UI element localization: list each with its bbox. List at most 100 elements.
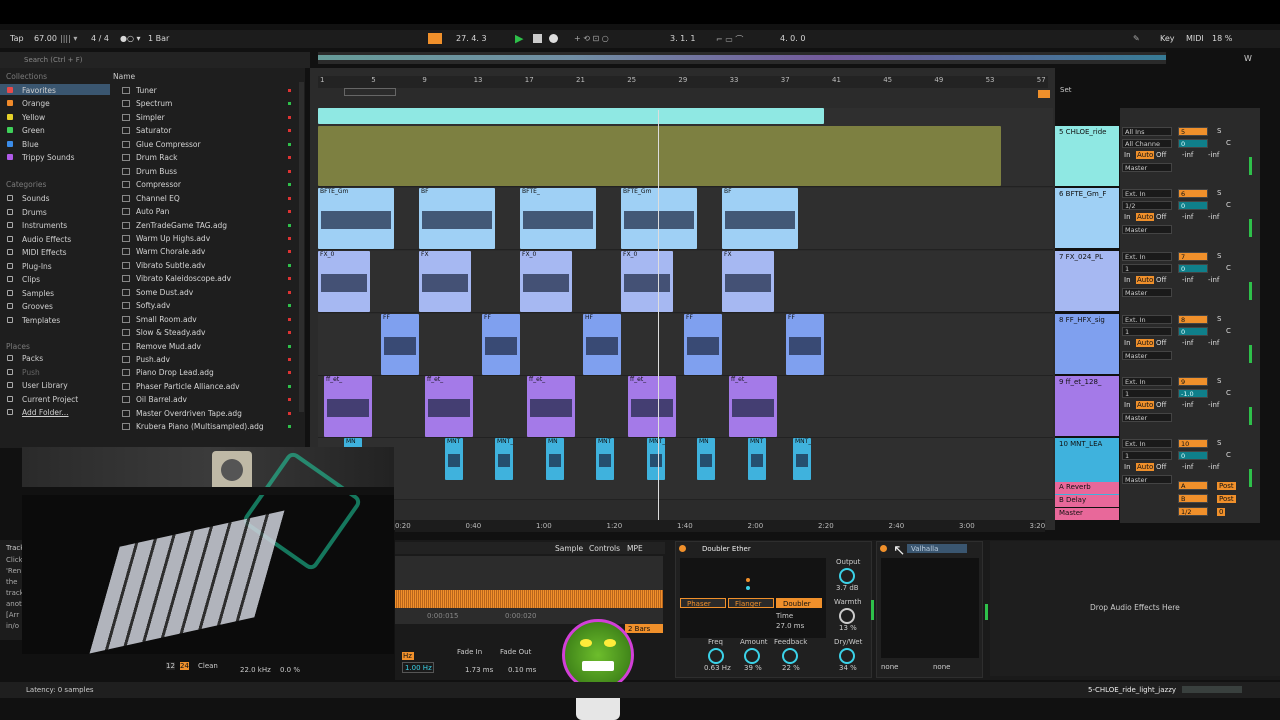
pan-field[interactable]: C	[1226, 139, 1231, 147]
filter-res-value[interactable]: 0.0 %	[280, 666, 300, 674]
track-number-button[interactable]: 8	[1178, 315, 1208, 324]
audio-clip[interactable]: MNT	[445, 438, 463, 480]
loop-icon[interactable]: ⌐ ▭ ⌒	[716, 34, 743, 45]
bar-ruler[interactable]: 1 5 9 13 17 21 25 29 33 37 41 45 49 53 57	[318, 76, 1048, 88]
return-header[interactable]: Master	[1055, 508, 1119, 520]
browser-item[interactable]: Small Room.adv	[136, 315, 197, 324]
filter-24-button[interactable]: 24	[180, 662, 189, 670]
audio-clip[interactable]: HF	[583, 314, 621, 375]
mode-button[interactable]: Doubler	[776, 598, 822, 608]
monitor-in-button[interactable]: In	[1124, 213, 1131, 221]
collection-item[interactable]: Trippy Sounds	[22, 153, 75, 162]
audio-clip[interactable]: MNT_	[793, 438, 811, 480]
monitor-auto-button[interactable]: Auto	[1136, 401, 1155, 409]
monitor-in-button[interactable]: In	[1124, 276, 1131, 284]
midi-map-button[interactable]: MIDI	[1186, 34, 1204, 43]
monitor-off-button[interactable]: Off	[1156, 339, 1166, 347]
track-header[interactable]: 9 ff_et_128_	[1055, 376, 1119, 436]
monitor-auto-button[interactable]: Auto	[1136, 151, 1155, 159]
send-a-field[interactable]: -inf	[1182, 463, 1193, 471]
audio-clip[interactable]: ff_et_	[729, 376, 777, 437]
output-select[interactable]: Master	[1122, 225, 1172, 234]
category-item[interactable]: MIDI Effects	[22, 248, 67, 257]
arrangement-record-icon[interactable]	[428, 33, 442, 44]
audio-clip[interactable]: BF	[419, 188, 495, 249]
return-post-button[interactable]: Post	[1217, 495, 1236, 503]
browser-item[interactable]: Softy.adv	[136, 301, 170, 310]
song-position[interactable]: 27. 4. 3	[456, 34, 487, 43]
send-b-field[interactable]: -inf	[1208, 213, 1219, 221]
rate-field[interactable]: 1.00 Hz	[402, 662, 434, 673]
browser-item[interactable]: Simpler	[136, 113, 165, 122]
input-type-select[interactable]: Ext. In	[1122, 439, 1172, 448]
browser-item[interactable]: Vibrato Kaleidoscope.adv	[136, 274, 231, 283]
browser-item[interactable]: Piano Drop Lead.adg	[136, 368, 214, 377]
pan-field[interactable]: C	[1226, 201, 1231, 209]
output-select[interactable]: Master	[1122, 163, 1172, 172]
monitor-off-button[interactable]: Off	[1156, 401, 1166, 409]
browser-item[interactable]: Push.adv	[136, 355, 170, 364]
return-number[interactable]: B	[1178, 494, 1208, 503]
input-type-select[interactable]: All Ins	[1122, 127, 1172, 136]
audio-clip[interactable]: BFTE_Gm	[318, 188, 394, 249]
audio-clip[interactable]: FF	[381, 314, 419, 375]
sidechain-select-2[interactable]: none	[933, 663, 950, 671]
browser-item[interactable]: Some Dust.adv	[136, 288, 193, 297]
input-channel-select[interactable]: 1	[1122, 327, 1172, 336]
valhalla-title-box[interactable]: Valhalla	[907, 544, 967, 553]
audio-clip[interactable]: MNT	[596, 438, 614, 480]
audio-clip[interactable]: FX_0	[520, 251, 572, 312]
monitor-off-button[interactable]: Off	[1156, 213, 1166, 221]
browser-item[interactable]: Tuner	[136, 86, 157, 95]
send-a-field[interactable]: -inf	[1182, 339, 1193, 347]
monitor-in-button[interactable]: In	[1124, 401, 1131, 409]
audio-clip[interactable]: MN	[546, 438, 564, 480]
monitor-off-button[interactable]: Off	[1156, 151, 1166, 159]
return-number[interactable]: A	[1178, 481, 1208, 490]
send-b-field[interactable]: -inf	[1208, 339, 1219, 347]
hz-button[interactable]: Hz	[402, 652, 414, 660]
browser-item[interactable]: Krubera Piano (Multisampled).adg	[136, 422, 264, 431]
input-type-select[interactable]: Ext. In	[1122, 252, 1172, 261]
place-item[interactable]: Add Folder...	[22, 408, 69, 417]
send-a-field[interactable]: -inf	[1182, 401, 1193, 409]
audio-clip[interactable]: BFTE_Gm	[621, 188, 697, 249]
audio-clip[interactable]: ff_et_	[425, 376, 473, 437]
browser-item[interactable]: Remove Mud.adv	[136, 342, 201, 351]
track-header[interactable]: 5 CHLOE_ride	[1055, 126, 1119, 186]
audio-clip[interactable]: MNT	[748, 438, 766, 480]
browser-item[interactable]: Warm Chorale.adv	[136, 247, 205, 256]
audio-clip[interactable]: FX	[419, 251, 471, 312]
pan-field[interactable]: C	[1226, 389, 1231, 397]
collection-item[interactable]: Orange	[22, 99, 50, 108]
monitor-auto-button[interactable]: Auto	[1136, 213, 1155, 221]
send-b-field[interactable]: -inf	[1208, 463, 1219, 471]
pan-field[interactable]: C	[1226, 451, 1231, 459]
input-type-select[interactable]: Ext. In	[1122, 315, 1172, 324]
solo-button[interactable]: S	[1217, 315, 1221, 323]
input-channel-select[interactable]: 1	[1122, 451, 1172, 460]
browser-search[interactable]: Search (Ctrl + F)	[0, 52, 310, 68]
output-select[interactable]: Master	[1122, 475, 1172, 484]
time-value[interactable]: 27.0 ms	[776, 622, 804, 630]
return-header[interactable]: A Reverb	[1055, 482, 1119, 494]
drop-zone[interactable]: Drop Audio Effects Here	[990, 541, 1280, 676]
audio-clip[interactable]: BFTE_	[520, 188, 596, 249]
solo-button[interactable]: S	[1217, 252, 1221, 260]
volume-field[interactable]: 0	[1178, 327, 1208, 336]
audio-clip[interactable]: FX_0	[621, 251, 673, 312]
pan-field[interactable]: C	[1226, 264, 1231, 272]
monitor-auto-button[interactable]: Auto	[1136, 339, 1155, 347]
browser-item[interactable]: Warm Up Highs.adv	[136, 234, 210, 243]
filter-freq-value[interactable]: 22.0 kHz	[240, 666, 271, 674]
browser-item[interactable]: ZenTradeGame TAG.adg	[136, 221, 227, 230]
audio-clip[interactable]: FF	[482, 314, 520, 375]
volume-field[interactable]: -1.0	[1178, 389, 1208, 398]
track-number-button[interactable]: 9	[1178, 377, 1208, 386]
browser-scrollbar[interactable]	[299, 82, 304, 412]
category-item[interactable]: Instruments	[22, 221, 67, 230]
monitor-auto-button[interactable]: Auto	[1136, 276, 1155, 284]
send-a-field[interactable]: -inf	[1182, 151, 1193, 159]
browser-item[interactable]: Oil Barrel.adv	[136, 395, 187, 404]
input-type-select[interactable]: Ext. In	[1122, 377, 1172, 386]
